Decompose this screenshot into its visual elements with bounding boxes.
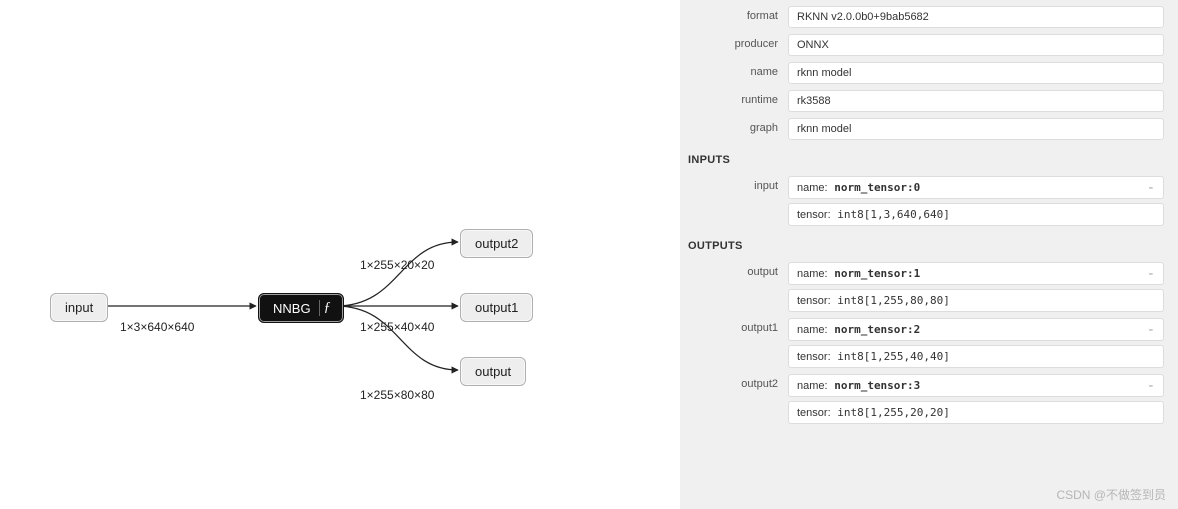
section-inputs: INPUTS: [688, 154, 1164, 166]
section-outputs: OUTPUTS: [688, 240, 1164, 252]
collapse-icon[interactable]: -: [1147, 181, 1155, 195]
input-row-0: input name: norm_tensor:0 - tensor: int8…: [688, 176, 1164, 226]
node-input-label: input: [65, 300, 93, 315]
io-tensor-line[interactable]: tensor: int8[1,255,80,80]: [788, 289, 1164, 312]
output-row-1: output1 name: norm_tensor:2 - tensor: in…: [688, 318, 1164, 368]
io-label: output1: [688, 318, 788, 368]
properties-panel[interactable]: format RKNN v2.0.0b0+9bab5682 producer O…: [680, 0, 1178, 509]
prop-label: format: [688, 6, 788, 28]
node-output2-label: output2: [475, 236, 518, 251]
prop-row-graph: graph rknn model: [688, 118, 1164, 140]
collapse-icon[interactable]: -: [1147, 323, 1155, 337]
collapse-icon[interactable]: -: [1147, 267, 1155, 281]
io-group: name: norm_tensor:1 - tensor: int8[1,255…: [788, 262, 1164, 312]
prop-value[interactable]: rknn model: [788, 118, 1164, 140]
function-icon: ƒ: [319, 300, 335, 316]
io-group: name: norm_tensor:3 - tensor: int8[1,255…: [788, 374, 1164, 424]
prop-value[interactable]: rk3588: [788, 90, 1164, 112]
node-input[interactable]: input: [50, 293, 108, 322]
io-tensor-line[interactable]: tensor: int8[1,3,640,640]: [788, 203, 1164, 226]
io-tensor-line[interactable]: tensor: int8[1,255,20,20]: [788, 401, 1164, 424]
io-group: name: norm_tensor:2 - tensor: int8[1,255…: [788, 318, 1164, 368]
node-output1[interactable]: output1: [460, 293, 533, 322]
io-name-line[interactable]: name: norm_tensor:1 -: [788, 262, 1164, 285]
io-label: output: [688, 262, 788, 312]
prop-value[interactable]: ONNX: [788, 34, 1164, 56]
edge-label-out: 1×255×80×80: [360, 388, 434, 402]
edge-label-out2: 1×255×20×20: [360, 258, 434, 272]
io-name-line[interactable]: name: norm_tensor:0 -: [788, 176, 1164, 199]
edge-label-input: 1×3×640×640: [120, 320, 194, 334]
prop-label: graph: [688, 118, 788, 140]
node-output2[interactable]: output2: [460, 229, 533, 258]
prop-row-runtime: runtime rk3588: [688, 90, 1164, 112]
node-output1-label: output1: [475, 300, 518, 315]
prop-label: name: [688, 62, 788, 84]
output-row-0: output name: norm_tensor:1 - tensor: int…: [688, 262, 1164, 312]
node-output[interactable]: output: [460, 357, 526, 386]
graph-canvas[interactable]: input NNBG ƒ output2 output1 output 1×3×…: [0, 0, 680, 509]
prop-row-format: format RKNN v2.0.0b0+9bab5682: [688, 6, 1164, 28]
prop-label: runtime: [688, 90, 788, 112]
node-nnbg-label: NNBG: [273, 301, 311, 316]
output-row-2: output2 name: norm_tensor:3 - tensor: in…: [688, 374, 1164, 424]
prop-row-name: name rknn model: [688, 62, 1164, 84]
io-name-line[interactable]: name: norm_tensor:3 -: [788, 374, 1164, 397]
graph-edges: [0, 0, 680, 509]
io-label: output2: [688, 374, 788, 424]
prop-row-producer: producer ONNX: [688, 34, 1164, 56]
edge-label-out1: 1×255×40×40: [360, 320, 434, 334]
io-tensor-line[interactable]: tensor: int8[1,255,40,40]: [788, 345, 1164, 368]
io-name-line[interactable]: name: norm_tensor:2 -: [788, 318, 1164, 341]
collapse-icon[interactable]: -: [1147, 379, 1155, 393]
node-output-label: output: [475, 364, 511, 379]
prop-value[interactable]: RKNN v2.0.0b0+9bab5682: [788, 6, 1164, 28]
io-group: name: norm_tensor:0 - tensor: int8[1,3,6…: [788, 176, 1164, 226]
io-label: input: [688, 176, 788, 226]
node-nnbg[interactable]: NNBG ƒ: [258, 293, 344, 323]
prop-label: producer: [688, 34, 788, 56]
prop-value[interactable]: rknn model: [788, 62, 1164, 84]
